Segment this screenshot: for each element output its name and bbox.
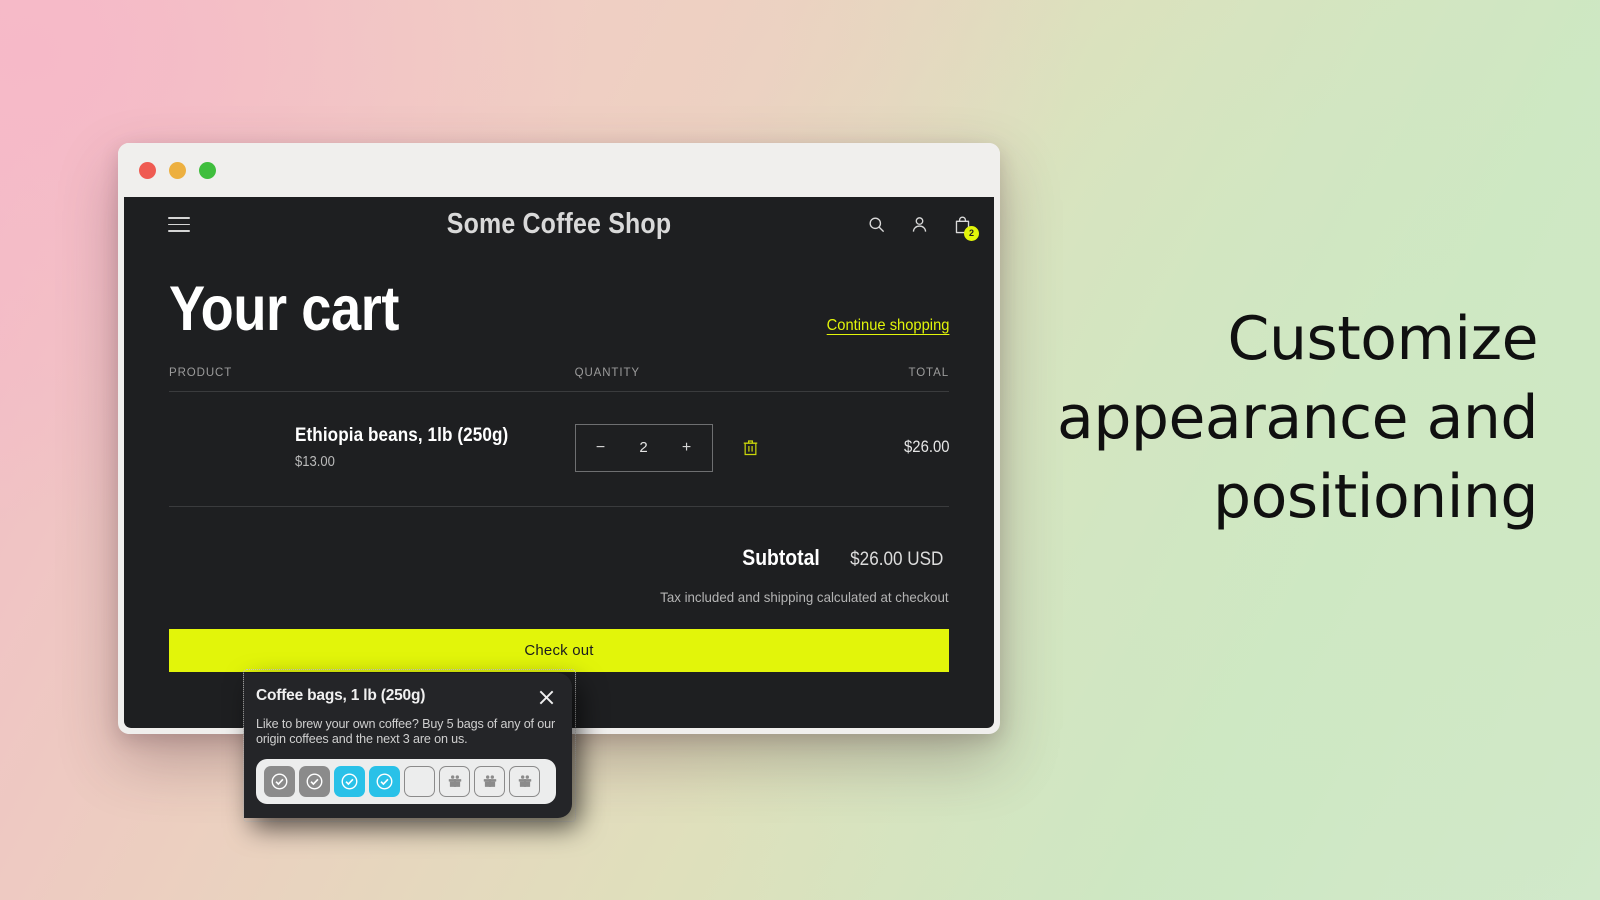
cart-item-info: Ethiopia beans, 1lb (250g) $13.00 <box>169 425 575 470</box>
tax-note: Tax included and shipping calculated at … <box>660 588 949 605</box>
quantity-decrease-button[interactable]: − <box>594 439 608 456</box>
traffic-light-maximize[interactable] <box>199 161 216 179</box>
subtotal-value: $26.00 USD <box>850 548 944 570</box>
page-title: Your cart <box>169 274 399 344</box>
traffic-light-minimize[interactable] <box>169 161 186 179</box>
shop-title: Some Coffee Shop <box>446 208 672 240</box>
subtotal-label: Subtotal <box>742 544 821 570</box>
popup-title: Coffee bags, 1 lb (250g) <box>256 687 426 704</box>
subtotal-row: Subtotal $26.00 USD <box>169 545 949 571</box>
progress-cell-4[interactable] <box>369 765 400 797</box>
reward-progress-track <box>256 758 556 804</box>
progress-cell-1[interactable] <box>264 765 295 797</box>
promo-popup: Coffee bags, 1 lb (250g) Like to brew yo… <box>243 669 576 822</box>
close-icon[interactable] <box>537 688 556 707</box>
popup-description: Like to brew your own coffee? Buy 5 bags… <box>256 717 556 746</box>
quantity-input[interactable]: 2 <box>639 439 647 456</box>
caption-text: Customize appearance and positioning <box>1057 304 1538 533</box>
cart-body: Your cart Continue shopping PRODUCT QUAN… <box>124 252 994 507</box>
quantity-stepper[interactable]: − 2 + <box>574 423 713 472</box>
popup-selection-outline: Coffee bags, 1 lb (250g) Like to brew yo… <box>243 669 576 822</box>
checkout-button[interactable]: Check out <box>169 628 949 672</box>
account-icon[interactable] <box>910 215 929 234</box>
progress-cell-6[interactable] <box>439 765 470 797</box>
popup-card: Coffee bags, 1 lb (250g) Like to brew yo… <box>244 673 572 818</box>
popup-header: Coffee bags, 1 lb (250g) <box>256 687 556 707</box>
page-viewport: Some Coffee Shop 2 Your cart Continue sh… <box>124 197 994 728</box>
header-icon-group: 2 <box>867 215 979 241</box>
cart-item-quantity-cell: − 2 + <box>574 423 832 472</box>
progress-cell-2[interactable] <box>299 765 330 797</box>
cart-summary: Subtotal $26.00 USD Tax included and shi… <box>124 507 994 672</box>
cart-header-row: Your cart Continue shopping <box>169 252 949 341</box>
search-icon[interactable] <box>867 215 886 234</box>
site-header: Some Coffee Shop 2 <box>124 197 994 252</box>
cart-count-badge: 2 <box>964 225 979 241</box>
progress-cell-8[interactable] <box>509 765 540 797</box>
progress-cell-5[interactable] <box>404 765 435 797</box>
progress-cell-3[interactable] <box>334 765 365 797</box>
column-header-quantity: QUANTITY <box>574 366 640 379</box>
quantity-increase-button[interactable]: + <box>680 439 694 456</box>
hamburger-icon[interactable] <box>168 217 190 232</box>
traffic-light-close[interactable] <box>139 161 156 179</box>
browser-window: Some Coffee Shop 2 Your cart Continue sh… <box>118 143 1000 822</box>
cart-icon[interactable]: 2 <box>953 215 979 241</box>
cart-item-price: $13.00 <box>295 454 335 471</box>
cart-column-headers: PRODUCT QUANTITY TOTAL <box>169 367 949 392</box>
table-row: Ethiopia beans, 1lb (250g) $13.00 − 2 + <box>169 392 949 507</box>
trash-icon[interactable] <box>743 439 758 456</box>
window-titlebar <box>118 143 1000 197</box>
column-header-product: PRODUCT <box>169 366 233 379</box>
cart-item-name: Ethiopia beans, 1lb (250g) <box>295 425 509 447</box>
progress-cell-7[interactable] <box>474 765 505 797</box>
